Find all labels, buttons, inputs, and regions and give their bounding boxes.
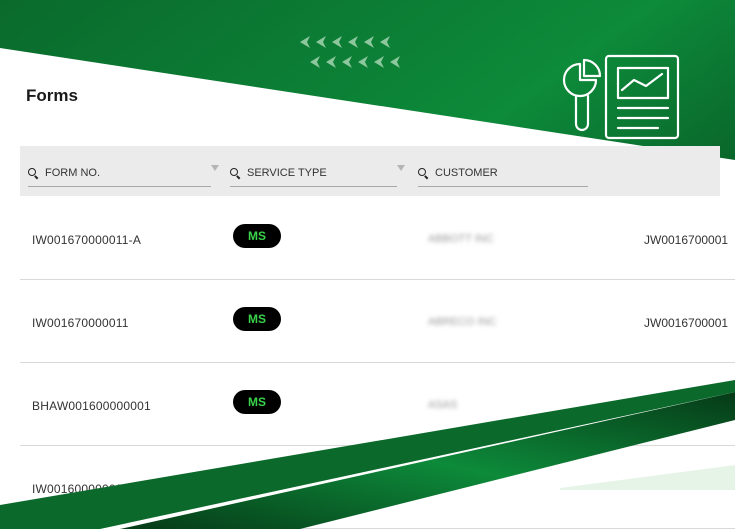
search-icon	[28, 167, 39, 179]
form-number: IW001670000011	[32, 316, 129, 330]
service-type-badge: MS	[233, 390, 281, 414]
service-type-badge: MS	[233, 307, 281, 331]
filter-customer-label: CUSTOMER	[435, 167, 498, 179]
filter-service-type[interactable]: SERVICE TYPE	[230, 160, 397, 187]
filter-service-type-label: SERVICE TYPE	[247, 167, 327, 179]
table-row[interactable]: BHAW001600000001 MS ASAS	[20, 363, 735, 446]
page-title: Forms	[26, 86, 78, 105]
service-type-badge: MS	[233, 224, 281, 248]
job-number: JW0016700001	[644, 316, 729, 330]
sort-caret-icon[interactable]	[397, 165, 405, 171]
table-row[interactable]: IW001600000020 MS	[20, 446, 735, 529]
search-icon	[230, 167, 241, 179]
filter-form-no-label: FORM NO.	[45, 167, 100, 179]
form-number: IW001670000011-A	[32, 233, 142, 247]
service-type-badge: MS	[233, 473, 281, 497]
filter-customer[interactable]: CUSTOMER	[418, 160, 588, 187]
chevron-decor-icon	[300, 36, 400, 68]
customer-name: ABRECO INC	[428, 316, 497, 328]
table-row[interactable]: IW001670000011 MS ABRECO INC JW001670000…	[20, 280, 735, 363]
customer-name: ABBOTT INC	[428, 233, 494, 245]
form-number: BHAW001600000001	[32, 399, 151, 413]
filter-form-no[interactable]: FORM NO.	[28, 160, 211, 187]
sort-caret-icon[interactable]	[211, 165, 219, 171]
table-row[interactable]: IW001670000011-A MS ABBOTT INC JW0016700…	[20, 197, 735, 280]
job-number: JW0016700001	[644, 233, 729, 247]
forms-table: IW001670000011-A MS ABBOTT INC JW0016700…	[20, 197, 735, 529]
form-number: IW001600000020	[32, 482, 130, 496]
filter-bar: FORM NO. SERVICE TYPE CUSTOMER	[20, 146, 720, 196]
search-icon	[418, 167, 429, 179]
customer-name: ASAS	[428, 399, 458, 411]
analytics-report-icon	[562, 54, 680, 140]
